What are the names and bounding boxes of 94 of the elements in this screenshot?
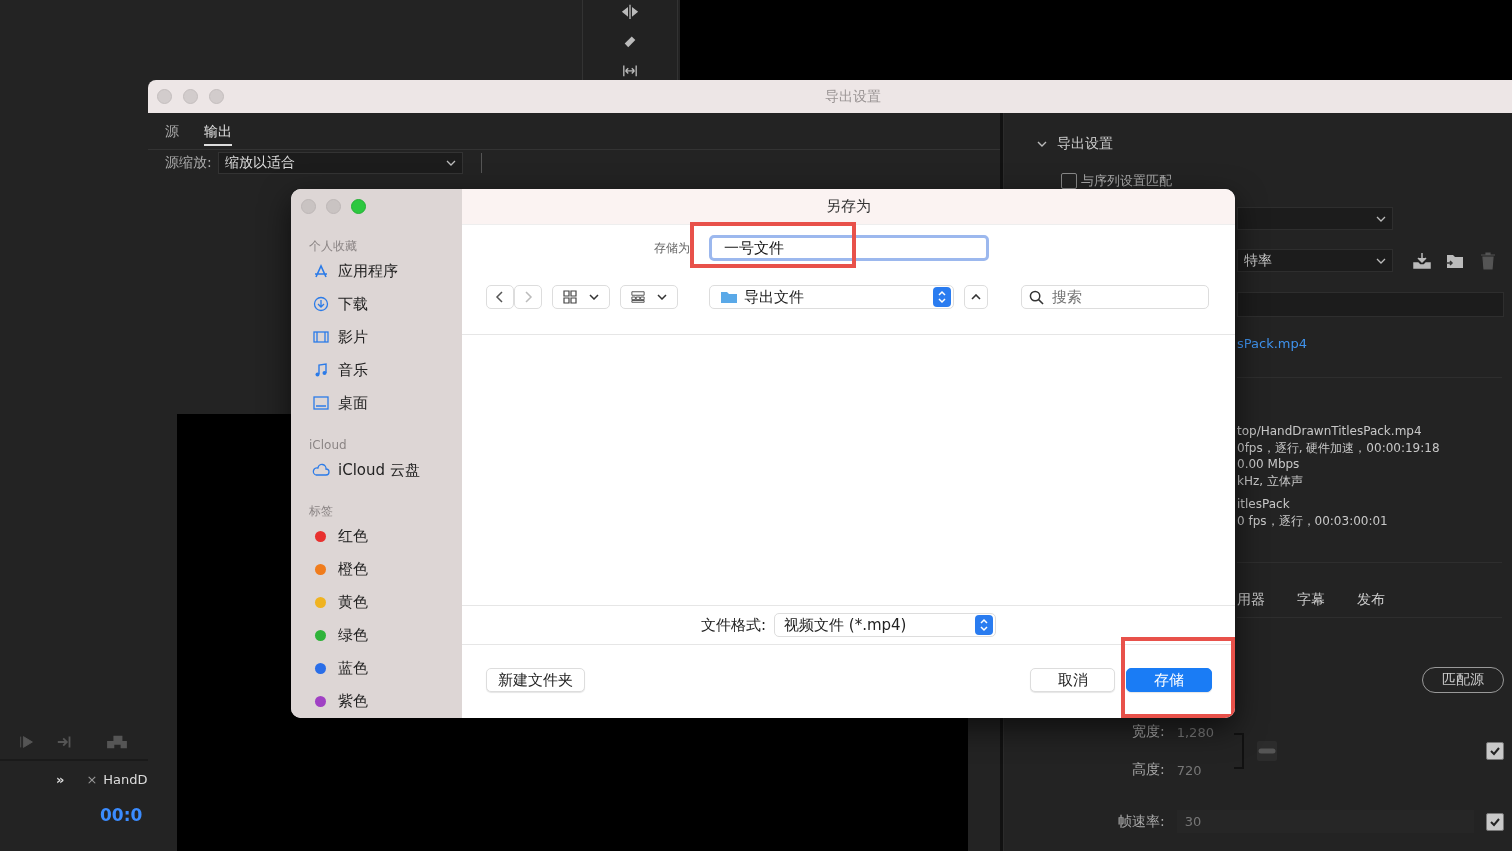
cancel-button[interactable]: 取消 <box>1030 668 1115 692</box>
new-folder-button[interactable]: 新建文件夹 <box>486 668 585 692</box>
output-name-link[interactable]: sPack.mp4 <box>1237 336 1512 351</box>
summary-line: itlesPack <box>1237 495 1291 513</box>
trash-icon[interactable] <box>1478 250 1498 271</box>
sidebar-item[interactable]: 下载 <box>338 294 368 314</box>
download-icon <box>312 296 330 313</box>
search-field[interactable]: 搜索 <box>1021 285 1209 309</box>
zoom-button[interactable] <box>209 89 224 104</box>
view-button[interactable] <box>552 285 610 309</box>
film-icon <box>312 329 330 346</box>
tab[interactable]: 输出 <box>204 116 232 146</box>
cloud-icon <box>312 462 330 478</box>
summary-line: top/HandDrawnTitlesPack.mp4 <box>1237 423 1423 440</box>
sidebar-item[interactable]: 影片 <box>338 327 368 347</box>
chain-link-icon[interactable] <box>1256 741 1277 762</box>
close-button[interactable] <box>301 199 316 214</box>
chevron-up-icon <box>971 294 981 300</box>
expand-button[interactable] <box>964 285 988 309</box>
scale-dropdown[interactable]: 缩放以适合 <box>217 152 463 174</box>
tab[interactable]: 字幕 <box>1297 591 1325 612</box>
checkbox[interactable] <box>1486 812 1504 831</box>
tab[interactable]: 用器 <box>1237 591 1265 612</box>
field-label: 高度: <box>1132 761 1165 780</box>
field-label: 宽度: <box>1132 723 1165 742</box>
grid-icon <box>563 290 577 304</box>
search-icon <box>1029 290 1044 305</box>
group-button[interactable] <box>620 285 678 309</box>
sidebar-item[interactable]: 红色 <box>338 527 368 547</box>
chevron-icon <box>1376 215 1386 222</box>
close-tab[interactable]: × <box>86 771 98 787</box>
summary-line: 0.00 Mbps <box>1237 456 1301 474</box>
sidebar-item[interactable]: iCloud 云盘 <box>338 460 420 480</box>
save-button[interactable]: 存储 <box>1126 668 1212 692</box>
zoom-button[interactable] <box>351 199 366 214</box>
more-panels[interactable]: » <box>56 771 65 787</box>
tab[interactable]: 源 <box>165 116 179 146</box>
sidebar-heading: 个人收藏 <box>308 237 358 255</box>
sidebar-item[interactable]: 蓝色 <box>338 659 368 679</box>
chevron-icon <box>445 160 456 166</box>
group-icon <box>631 290 645 304</box>
summary-line: kHz, 立体声 <box>1237 473 1304 490</box>
ripple-icon[interactable] <box>620 3 640 21</box>
tab[interactable]: 发布 <box>1357 591 1385 612</box>
sidebar-heading: 标签 <box>308 503 334 521</box>
field-label: 存储为 <box>653 239 690 257</box>
comment-field[interactable] <box>1237 292 1504 317</box>
field-label: 文件格式: <box>700 615 767 635</box>
sidebar-item[interactable]: 桌面 <box>338 393 368 413</box>
checkbox-label: 与序列设置匹配 <box>1081 172 1172 190</box>
summary-line: 0fps，逐行, 硬件加速，00:00:19:18 <box>1237 439 1441 457</box>
folder-icon <box>720 290 738 304</box>
stepper-icon <box>933 287 951 307</box>
file-name-field[interactable]: 一号文件 <box>709 235 989 261</box>
field-label: 源缩放: <box>165 154 212 172</box>
minimize-button[interactable] <box>326 199 341 214</box>
chevron-icon <box>589 294 599 300</box>
panel-tab[interactable]: HandD <box>103 771 148 787</box>
sidebar-item[interactable]: 应用程序 <box>338 261 398 281</box>
field-label: 帧速率: <box>1118 812 1165 831</box>
sidebar-heading: iCloud <box>308 436 348 454</box>
checkbox[interactable] <box>1486 742 1504 761</box>
chevron-right-icon <box>523 290 533 304</box>
download-icon[interactable] <box>1412 250 1432 271</box>
close-button[interactable] <box>157 89 172 104</box>
dialog-title: 另存为 <box>826 197 871 216</box>
collapse-icon[interactable] <box>1037 141 1047 147</box>
format-popup[interactable]: 视频文件 (*.mp4) <box>774 613 997 637</box>
preset-dropdown[interactable]: 特率 <box>1237 249 1393 272</box>
chevron-icon <box>1376 257 1386 264</box>
music-icon <box>312 362 330 379</box>
location-popup[interactable]: 导出文件 <box>709 285 954 309</box>
export-frame-icon[interactable] <box>104 733 130 751</box>
play-icon[interactable] <box>18 733 36 751</box>
sidebar-item[interactable]: 黄色 <box>338 593 368 613</box>
sidebar-item[interactable]: 紫色 <box>338 692 368 712</box>
minimize-button[interactable] <box>183 89 198 104</box>
apps-icon <box>312 263 330 280</box>
stepper-icon <box>975 615 994 635</box>
window-title: 导出设置 <box>824 87 882 106</box>
height-value[interactable]: 720 <box>1176 762 1202 778</box>
format-dropdown[interactable] <box>1237 207 1393 230</box>
sidebar-item[interactable]: 橙色 <box>338 560 368 580</box>
timecode: 00:0 <box>99 805 144 825</box>
sidebar-item[interactable]: 绿色 <box>338 626 368 646</box>
desktop-icon <box>312 395 330 412</box>
chevron-icon <box>657 294 667 300</box>
summary-line: 0 fps，逐行，00:03:00:01 <box>1237 512 1389 530</box>
check-icon <box>1489 745 1501 758</box>
sidebar-item[interactable]: 音乐 <box>338 360 368 380</box>
back-button[interactable] <box>486 285 514 309</box>
forward-button[interactable] <box>514 285 542 309</box>
chevron-left-icon <box>495 290 505 304</box>
section-heading: 导出设置 <box>1057 135 1113 153</box>
